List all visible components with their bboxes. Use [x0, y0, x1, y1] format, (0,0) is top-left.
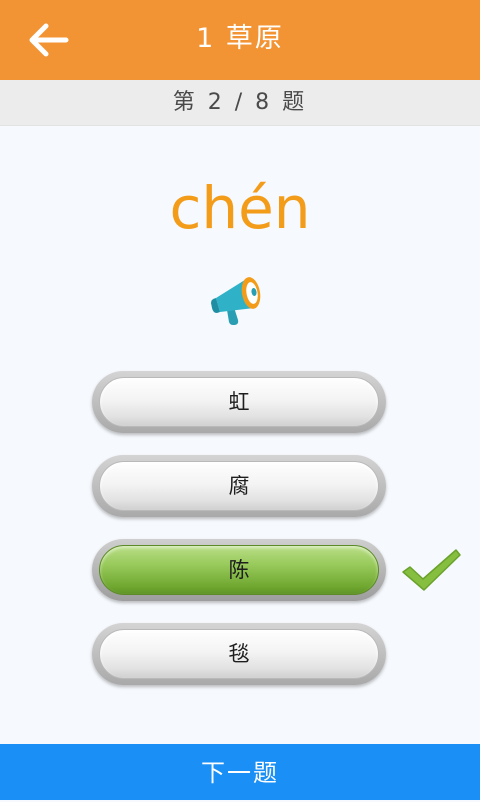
megaphone-icon	[211, 277, 261, 325]
answer-option-label: 陈	[228, 558, 250, 582]
checkmark-icon	[402, 549, 461, 591]
pinyin-prompt: chén	[169, 174, 311, 242]
page-title: 1 草原	[196, 23, 284, 54]
answer-option-4[interactable]: 毯	[92, 623, 386, 685]
question-progress: 第 2 / 8 题	[0, 80, 480, 126]
answer-option-3-correct[interactable]: 陈	[92, 539, 386, 601]
answer-option-1[interactable]: 虹	[92, 371, 386, 433]
answer-option-label: 虹	[228, 390, 250, 414]
play-audio-button[interactable]	[208, 268, 272, 332]
answer-option-label: 腐	[228, 474, 250, 498]
answer-option-2[interactable]: 腐	[92, 455, 386, 517]
app-header: 1 草原	[0, 0, 480, 80]
next-question-button[interactable]: 下一题	[0, 744, 480, 800]
answer-option-label: 毯	[228, 642, 250, 666]
